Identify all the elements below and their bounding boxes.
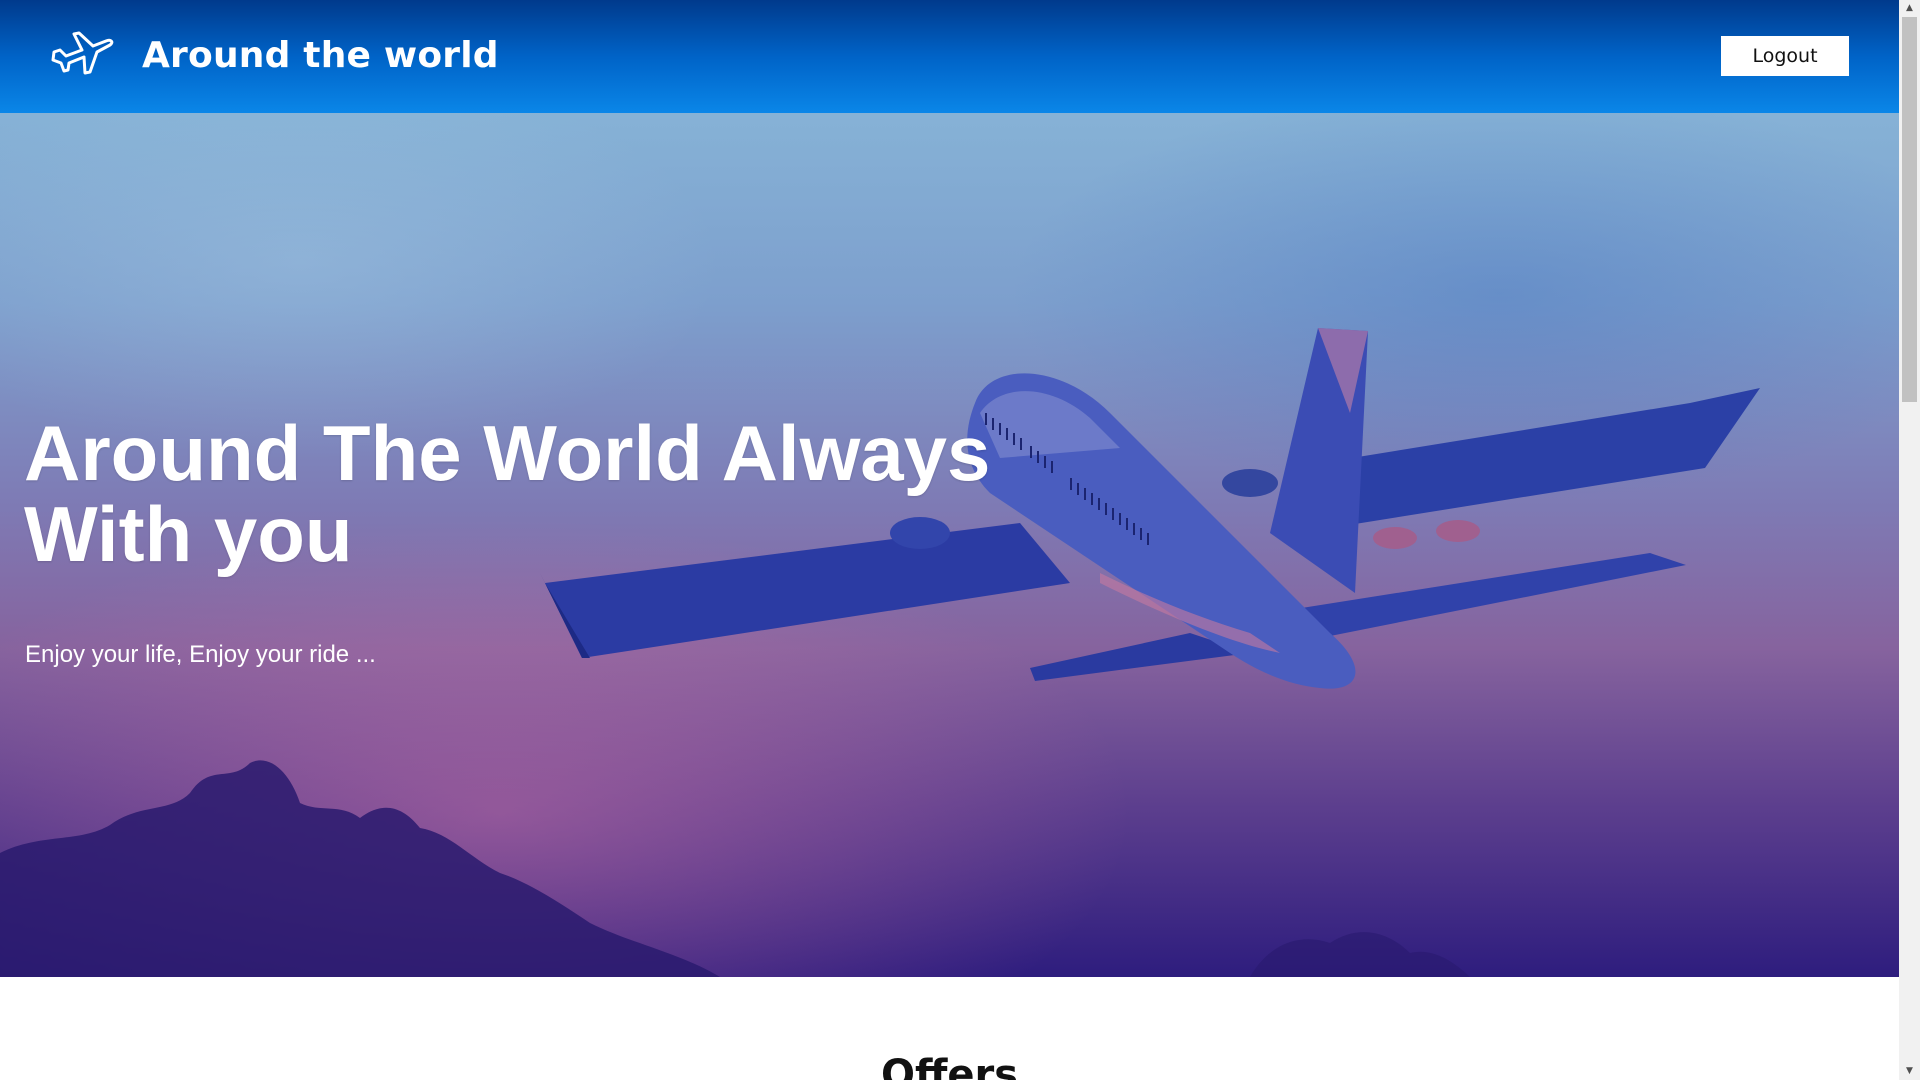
- page: Around the world Logout Around The World…: [0, 0, 1899, 1080]
- logout-button[interactable]: Logout: [1721, 36, 1849, 76]
- site-title[interactable]: Around the world: [142, 30, 499, 82]
- hero-subtitle: Enjoy your life, Enjoy your ride ...: [25, 641, 376, 668]
- scroll-up-arrow-icon[interactable]: ▲: [1899, 0, 1920, 17]
- airplane-icon: [51, 31, 114, 75]
- offers-heading: Offers: [880, 1052, 1019, 1080]
- clouds-silhouette: [0, 760, 1470, 977]
- hero-banner: Around The World Always With you Enjoy y…: [0, 113, 1899, 977]
- scroll-down-arrow-icon[interactable]: ▼: [1899, 1063, 1920, 1080]
- vertical-scrollbar[interactable]: ▲ ▼: [1899, 0, 1920, 1080]
- top-navbar: Around the world Logout: [0, 0, 1899, 113]
- hero-title: Around The World Always With you: [24, 409, 991, 578]
- scrollbar-thumb[interactable]: [1902, 17, 1917, 402]
